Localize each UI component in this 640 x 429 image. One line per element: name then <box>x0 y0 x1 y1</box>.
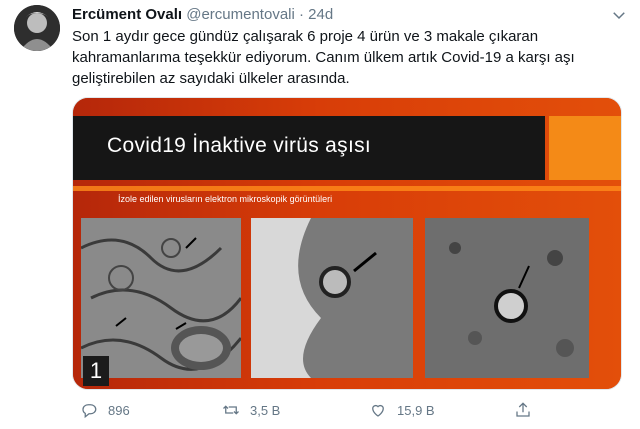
separator-dot: · <box>299 6 304 23</box>
share-button[interactable] <box>514 398 542 422</box>
tweet-header: Ercüment Ovalı @ercumentovali · 24d <box>72 5 333 25</box>
tweet-actions: 896 3,5 B 15,9 B <box>72 398 627 422</box>
retweet-count: 3,5 B <box>250 402 281 418</box>
slide-title-accent <box>549 116 621 180</box>
like-button[interactable]: 15,9 B <box>369 398 435 422</box>
like-count: 15,9 B <box>397 402 435 418</box>
avatar[interactable] <box>14 5 60 51</box>
tweet-time[interactable]: 24d <box>308 6 333 23</box>
reply-button[interactable]: 896 <box>80 398 130 422</box>
retweet-icon <box>223 405 239 415</box>
reply-icon <box>82 404 97 419</box>
reply-count: 896 <box>108 402 130 418</box>
slide-number: 1 <box>83 356 109 386</box>
tweet-media[interactable]: Covid19 İnaktive virüs aşısı İzole edile… <box>72 97 622 390</box>
micrograph-image-1 <box>81 218 241 378</box>
slide-stripe <box>73 186 621 191</box>
share-icon <box>516 402 530 417</box>
tweet-body: Son 1 aydır gece gündüz çalışarak 6 proj… <box>72 28 575 87</box>
author-name[interactable]: Ercüment Ovalı <box>72 6 182 23</box>
chevron-down-icon[interactable] <box>610 6 628 24</box>
slide-caption: İzole edilen virusların elektron mikrosk… <box>118 194 333 204</box>
author-handle[interactable]: @ercumentovali <box>186 6 295 23</box>
micrograph-image-2 <box>251 218 413 378</box>
avatar-image <box>14 5 60 51</box>
heart-icon <box>372 404 384 417</box>
micrograph-image-3 <box>425 218 589 378</box>
tweet-text: Son 1 aydır gece gündüz çalışarak 6 proj… <box>72 26 627 89</box>
retweet-button[interactable]: 3,5 B <box>222 398 280 422</box>
slide-title: Covid19 İnaktive virüs aşısı <box>107 134 372 157</box>
